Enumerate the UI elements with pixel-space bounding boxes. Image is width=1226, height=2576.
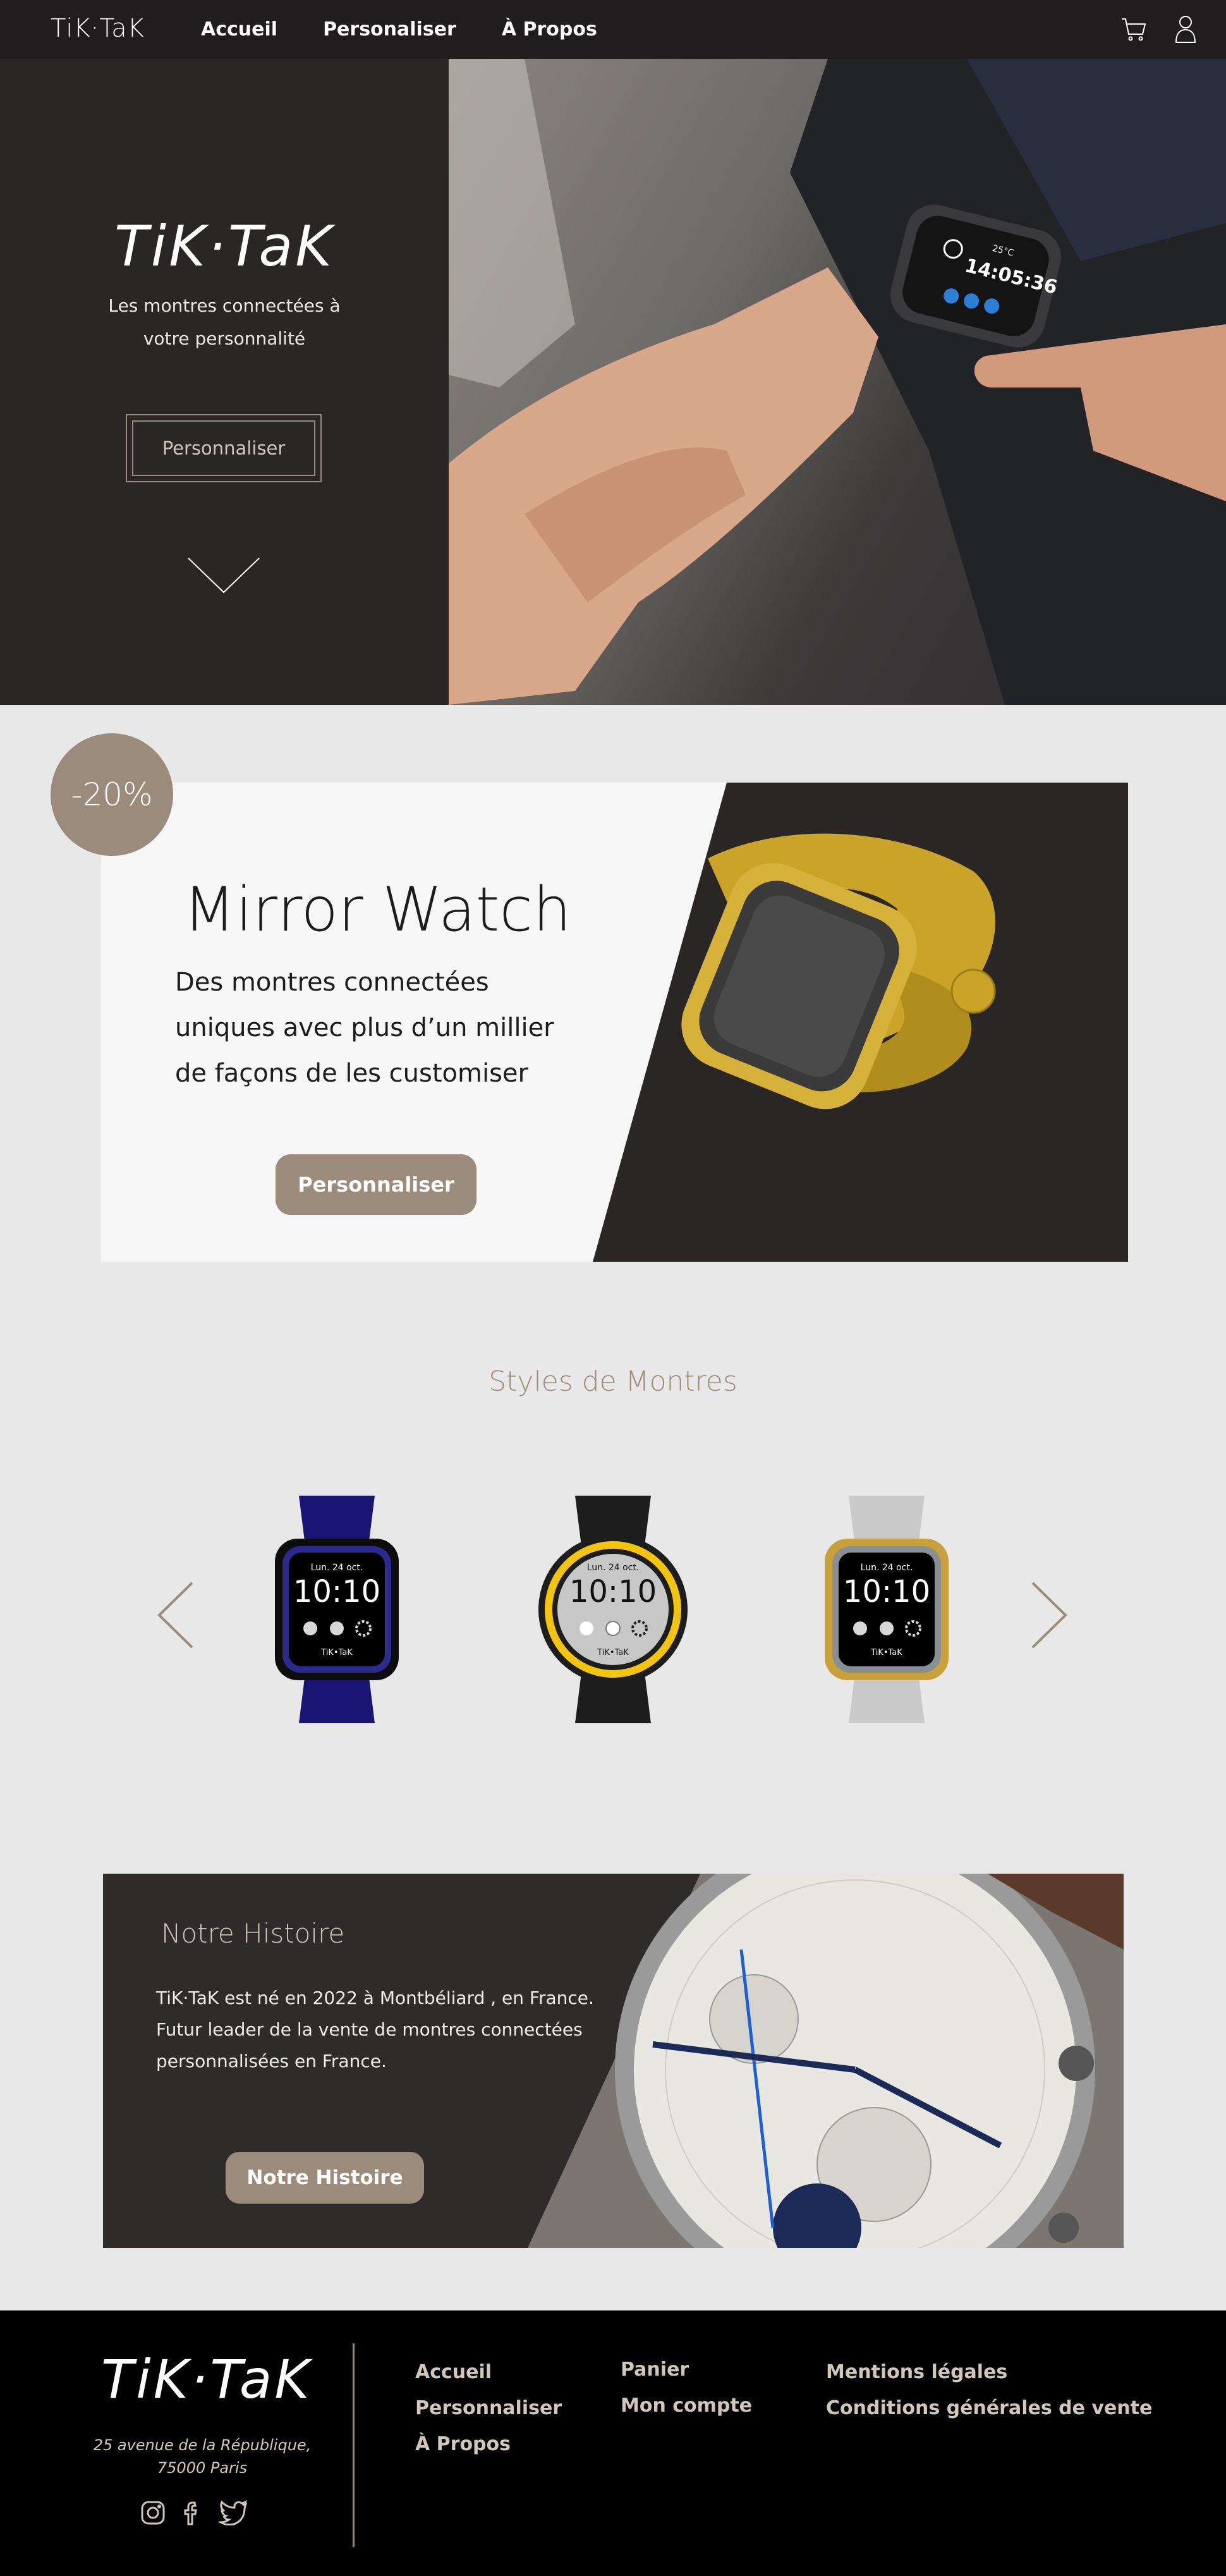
footer-address-line2: 75000 Paris: [157, 2459, 248, 2477]
footer-column-navigation: Accueil Personnaliser À Propos: [415, 2361, 562, 2455]
footer-link-panier[interactable]: Panier: [621, 2359, 752, 2381]
promo-text: Des montres connectées uniques avec plus…: [175, 968, 554, 1088]
svg-text:TiK•TaK: TiK•TaK: [597, 1648, 629, 1657]
footer-column-legal: Mentions légales Conditions générales de…: [826, 2361, 1152, 2419]
svg-text:Lun. 24 oct.: Lun. 24 oct.: [587, 1563, 640, 1573]
svg-text:Lun. 24 oct.: Lun. 24 oct.: [311, 1563, 363, 1573]
history-text: TiK·TaK est né en 2022 à Montbéliard , e…: [156, 1987, 594, 2072]
svg-text:10:10: 10:10: [843, 1574, 930, 1609]
footer-column-account: Panier Mon compte: [621, 2359, 752, 2417]
svg-text:10:10: 10:10: [569, 1574, 657, 1609]
hero-image-smartwatch-on-wrist: 25°C 14:05:36: [449, 59, 1226, 705]
footer-link-a-propos[interactable]: À Propos: [415, 2433, 562, 2455]
styles-section-title: Styles de Montres: [489, 1365, 737, 1398]
history-section: Notre Histoire TiK·TaK est né en 2022 à …: [103, 1874, 1124, 2248]
nav-icons: [1119, 14, 1201, 44]
history-title: Notre Histoire: [161, 1918, 345, 1949]
footer-link-mentions-legales[interactable]: Mentions légales: [826, 2361, 1152, 2383]
nav-logo[interactable]: TiK·TaK: [51, 14, 145, 43]
hero-personnaliser-button[interactable]: Personnaliser: [126, 414, 322, 482]
footer-logo: TiK·TaK: [101, 2348, 312, 2410]
facebook-icon[interactable]: [179, 2500, 205, 2528]
svg-text:10:10: 10:10: [293, 1574, 380, 1609]
nav-link-a-propos[interactable]: À Propos: [502, 18, 597, 40]
top-navbar: TiK·TaK Accueil Personaliser À Propos: [0, 0, 1226, 59]
hero-button-label: Personnaliser: [162, 437, 286, 459]
footer-address-line1: 25 avenue de la République,: [93, 2436, 312, 2454]
promo-personnaliser-button[interactable]: Personnaliser: [276, 1154, 476, 1215]
history-button[interactable]: Notre Histoire: [226, 2152, 424, 2204]
footer-link-accueil[interactable]: Accueil: [415, 2361, 562, 2383]
instagram-icon[interactable]: [140, 2500, 166, 2528]
footer-link-cgv[interactable]: Conditions générales de vente: [826, 2397, 1152, 2419]
hero-subtitle: Les montres connectées à votre personnal…: [108, 295, 341, 349]
carousel-next-chevron-icon[interactable]: [1030, 1580, 1069, 1650]
user-icon[interactable]: [1170, 14, 1201, 44]
promo-banner: Mirror Watch Des montres connectées uniq…: [101, 783, 1128, 1262]
hero-section: TiK·TaK Les montres connectées à votre p…: [0, 59, 1226, 705]
svg-text:TiK•TaK: TiK•TaK: [320, 1648, 353, 1657]
nav-links: Accueil Personaliser À Propos: [201, 0, 597, 59]
watch-style-card[interactable]: Lun. 24 oct. 10:10 TiK•TaK: [274, 1496, 400, 1723]
scroll-down-chevron-icon[interactable]: [187, 557, 260, 595]
svg-text:Lun. 24 oct.: Lun. 24 oct.: [861, 1563, 913, 1573]
footer-link-personnaliser[interactable]: Personnaliser: [415, 2397, 562, 2419]
nav-link-personnaliser[interactable]: Personaliser: [323, 18, 456, 40]
hero-title: TiK·TaK: [114, 214, 335, 279]
cart-icon[interactable]: [1119, 14, 1149, 44]
footer-link-mon-compte[interactable]: Mon compte: [621, 2395, 752, 2417]
promo-title: Mirror Watch: [183, 874, 571, 945]
hero-panel: TiK·TaK Les montres connectées à votre p…: [0, 59, 449, 705]
footer-address: 25 avenue de la République, 75000 Paris: [88, 2434, 316, 2479]
discount-badge: -20%: [51, 733, 173, 856]
footer: TiK·TaK 25 avenue de la République, 7500…: [0, 2310, 1226, 2576]
watch-style-card[interactable]: Lun. 24 oct. 10:10 TiK•TaK: [823, 1496, 950, 1723]
watch-style-card[interactable]: Lun. 24 oct. 10:10 TiK•TaK: [537, 1496, 689, 1723]
footer-social-links: [140, 2500, 248, 2528]
carousel-prev-chevron-icon[interactable]: [155, 1580, 195, 1650]
twitter-icon[interactable]: [217, 2500, 248, 2528]
svg-text:TiK•TaK: TiK•TaK: [870, 1648, 902, 1657]
footer-divider: [353, 2343, 355, 2547]
nav-link-accueil[interactable]: Accueil: [201, 18, 277, 40]
